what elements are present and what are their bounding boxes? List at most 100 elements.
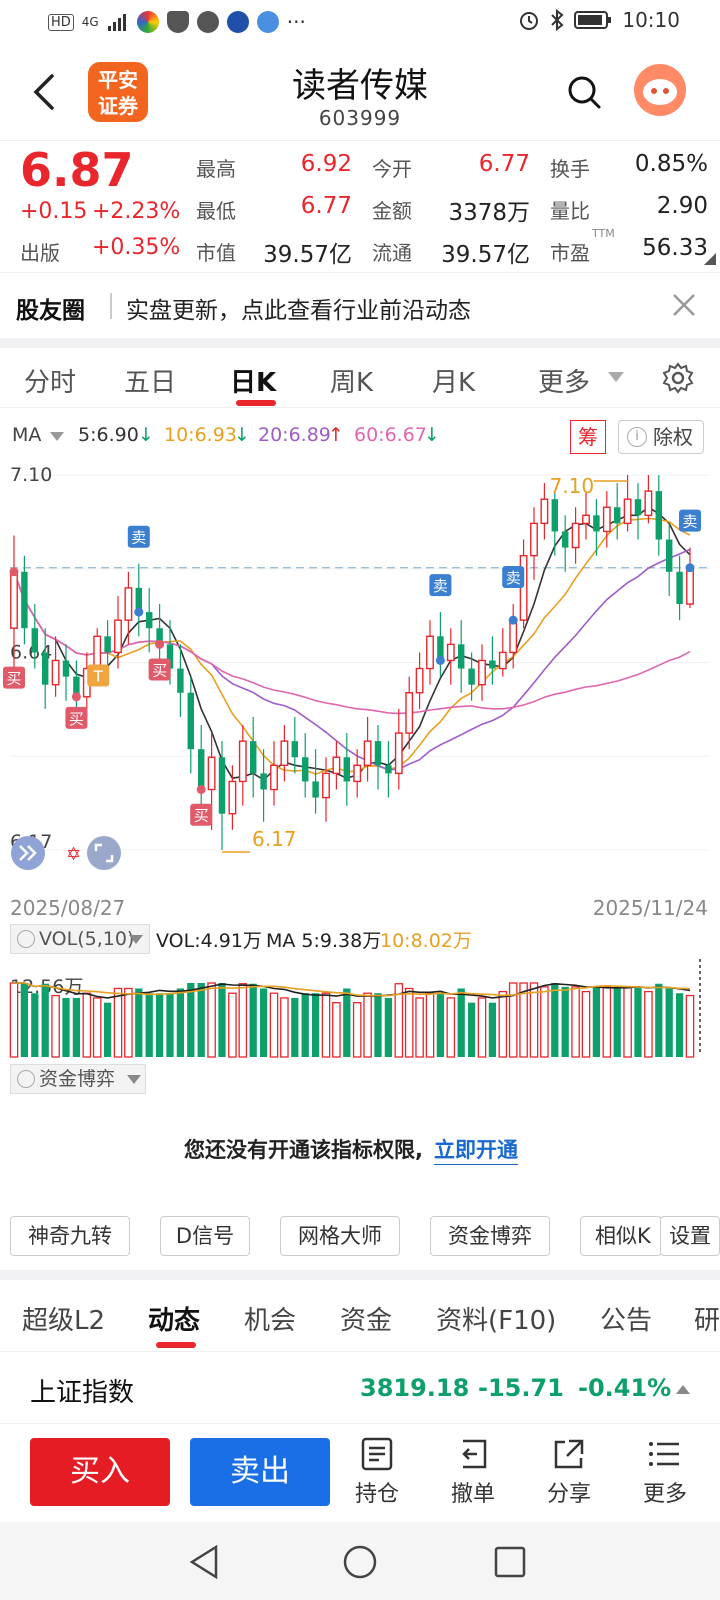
volume-chart[interactable]: 12.56万 [0, 955, 720, 1060]
volume-bar [436, 993, 445, 1057]
candle-body [602, 506, 611, 533]
volume-bar [41, 983, 49, 1057]
info-tabs: 超级L2 动态 机会 资金 资料(F10) 公告 研 [0, 1280, 720, 1352]
signal-icon [107, 14, 126, 31]
gear-icon[interactable] [662, 362, 694, 394]
candle-body [10, 571, 18, 629]
chevron-down-icon[interactable] [608, 372, 624, 384]
candle-body [394, 732, 403, 775]
tool-grid-master[interactable]: 网格大师 [280, 1216, 400, 1256]
tab-super-l2[interactable]: 超级L2 [22, 1300, 105, 1337]
tool-similar-k[interactable]: 相似K [580, 1216, 662, 1256]
positions-button[interactable]: 持仓 [342, 1432, 412, 1516]
vol-ma5-value: MA 5:9.38万 [266, 930, 382, 952]
volume-bar [374, 993, 382, 1057]
signal-dot [685, 563, 695, 573]
battery-icon [574, 11, 612, 29]
tab-opportunity[interactable]: 机会 [244, 1300, 296, 1337]
chevron-down-icon[interactable] [127, 1075, 141, 1085]
chat-bubble-icon [196, 11, 219, 33]
candle-body [228, 780, 237, 815]
volume-legend: VOL(5,10) VOL:4.91万 MA 5:9.38万 10:8.02万 [10, 924, 710, 954]
share-button[interactable]: 分享 [534, 1432, 604, 1516]
tab-f10[interactable]: 资料(F10) [436, 1300, 556, 1337]
tab-announcements[interactable]: 公告 [600, 1300, 652, 1337]
buy-signal-label: 买 [69, 710, 84, 728]
tab-more[interactable]: 更多 [538, 362, 590, 399]
tab-daily-k[interactable]: 日K [230, 362, 276, 399]
tab-funds[interactable]: 资金 [340, 1300, 392, 1337]
news-text[interactable]: 实盘更新，点此查看行业前沿动态 [126, 291, 471, 325]
volume-indicator-label: VOL(5,10) [39, 928, 135, 950]
indicator-selector[interactable]: 资金博弈 [10, 1064, 146, 1094]
volume-bar [207, 982, 216, 1058]
tab-five-day[interactable]: 五日 [124, 362, 176, 399]
buy-button[interactable]: 买入 [30, 1438, 170, 1506]
chevron-down-icon[interactable] [129, 935, 143, 945]
chip-distribution-button[interactable]: 筹 [570, 420, 606, 454]
ma-dropdown-icon[interactable] [50, 432, 64, 442]
ma60-value: 60:6.67 [354, 424, 427, 446]
section-gap [0, 338, 720, 348]
tab-research[interactable]: 研 [694, 1300, 720, 1337]
tool-fund-game[interactable]: 资金博弈 [430, 1216, 550, 1256]
search-icon[interactable] [566, 74, 602, 110]
alarm-icon [520, 12, 539, 30]
sector-pct[interactable]: +0.35% [92, 235, 180, 260]
sector-label[interactable]: 出版 [20, 237, 60, 266]
assistant-avatar[interactable] [634, 64, 686, 116]
assistant-face-icon [643, 79, 677, 105]
amount-label: 金额 [372, 199, 412, 223]
candle-body [457, 644, 465, 669]
nav-back-icon[interactable] [188, 1544, 220, 1580]
candle-body [561, 531, 569, 548]
more-button[interactable]: 更多 [630, 1432, 700, 1516]
close-icon[interactable] [672, 293, 696, 317]
ma-legend[interactable]: MA 5:6.90 ↓ 10:6.93 ↓ 20:6.89 ↑ 60:6.67 … [0, 420, 720, 452]
last-price: 6.87 [20, 143, 134, 197]
candle-body [613, 507, 621, 524]
index-ticker[interactable]: 上证指数 3819.18 -15.71 -0.41% [0, 1352, 720, 1424]
high-value: 6.92 [300, 151, 352, 177]
candle-body [197, 749, 205, 790]
tab-intraday[interactable]: 分时 [24, 362, 76, 399]
stock-header: 平安 证券 读者传媒 603999 [0, 44, 720, 140]
star-icon: ✡ [66, 844, 81, 865]
candle-body [21, 571, 28, 629]
tab-monthly-k[interactable]: 月K [432, 362, 475, 399]
cancel-order-button[interactable]: 撤单 [438, 1432, 508, 1516]
nav-home-icon[interactable] [342, 1544, 378, 1580]
nav-recents-icon[interactable] [494, 1546, 526, 1578]
float-cap-value: 39.57亿 [441, 242, 530, 268]
cancel-order-icon [462, 1439, 487, 1469]
tab-weekly-k[interactable]: 周K [330, 362, 373, 399]
expand-corner-icon[interactable] [704, 253, 716, 265]
tab-dynamics[interactable]: 动态 [148, 1300, 200, 1337]
news-strip[interactable]: 股友圈 实盘更新，点此查看行业前沿动态 [0, 272, 720, 338]
share-label: 分享 [546, 1482, 591, 1507]
volume-bar [488, 1002, 497, 1057]
x-end-date: 2025/11/24 [592, 896, 708, 920]
activate-link[interactable]: 立即开通 [434, 1134, 518, 1165]
volume-bar [187, 983, 195, 1057]
volume-bar [384, 997, 393, 1057]
volume-bar [529, 982, 539, 1058]
volume-bar [259, 988, 268, 1057]
signal-dot [508, 615, 518, 625]
ma-label[interactable]: MA [12, 424, 41, 446]
candle-body [353, 764, 362, 783]
volume-bar [135, 988, 143, 1057]
sell-button[interactable]: 卖出 [190, 1438, 330, 1506]
tool-settings[interactable]: 设置 [660, 1216, 720, 1256]
chevron-up-icon[interactable] [676, 1384, 690, 1394]
tool-magic-nine[interactable]: 神奇九转 [10, 1216, 130, 1256]
volume-indicator-selector[interactable]: VOL(5,10) [10, 924, 150, 954]
info-icon [17, 930, 35, 948]
ex-rights-button[interactable]: i 除权 [618, 420, 704, 454]
ma20-line [13, 548, 691, 771]
network-label: 4G [81, 15, 99, 29]
kline-chart[interactable]: 7.106.646.177.106.17买买买买卖卖卖卖T✡ [0, 455, 720, 890]
fullscreen-icon[interactable] [87, 836, 121, 870]
candle-body [426, 635, 434, 670]
tool-d-signal[interactable]: D信号 [160, 1216, 250, 1256]
